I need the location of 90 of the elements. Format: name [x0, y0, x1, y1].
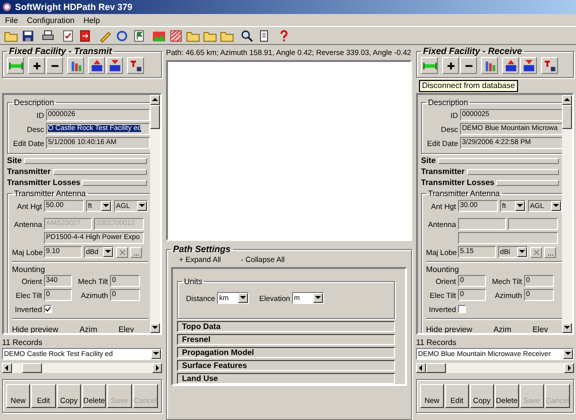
text-field[interactable]	[458, 232, 558, 244]
group-title: Transmitter Antenna	[427, 189, 501, 198]
section-header[interactable]: Surface Features	[177, 360, 395, 371]
section-header[interactable]: Site	[7, 156, 22, 165]
down-arrow-icon	[138, 202, 146, 210]
down-arrow-icon	[552, 202, 560, 210]
window-title: SoftWright HDPath Rev 379	[15, 2, 132, 12]
section-header[interactable]: Land Use	[177, 373, 395, 384]
down-arrow-icon	[239, 294, 248, 302]
minus-icon[interactable]	[46, 57, 63, 74]
section-header[interactable]: Topo Data	[177, 321, 395, 332]
menu-item[interactable]: File	[5, 16, 18, 24]
menu-item[interactable]: Help	[83, 16, 100, 24]
down-arrow-icon	[518, 248, 526, 256]
bar-chart-icon[interactable]	[67, 57, 84, 74]
up-arrow-icon	[151, 96, 159, 104]
group-title: Description	[13, 98, 56, 107]
section-header[interactable]: Propagation Model	[177, 347, 395, 358]
section-header[interactable]: Transmitter	[7, 167, 51, 176]
down-arrow-icon	[151, 324, 159, 332]
down-arrow-icon	[516, 202, 524, 210]
down-arrow-icon	[104, 248, 112, 256]
section-header[interactable]: Site	[421, 156, 436, 165]
plus-icon[interactable]	[442, 57, 459, 74]
scroll-thumb[interactable]	[22, 363, 42, 373]
section-header[interactable]: Transmitter Losses	[7, 178, 80, 187]
left-arrow-icon	[3, 364, 11, 372]
checkmark-icon	[45, 306, 51, 312]
record-count: 11 Records	[2, 337, 44, 348]
down-arrow-icon	[314, 294, 322, 302]
browse-button[interactable]	[544, 246, 556, 258]
panel-title: Fixed Facility - Transmit	[8, 46, 114, 56]
column-label: Elev	[532, 324, 548, 333]
down-arrow-icon	[563, 324, 571, 332]
vertical-scrollbar[interactable]	[150, 95, 160, 333]
record-scrollbar[interactable]	[416, 363, 574, 373]
hide-preview-label[interactable]: Hide preview	[12, 324, 58, 333]
app-icon	[2, 2, 12, 12]
minus-icon[interactable]	[460, 57, 477, 74]
down-arrow-icon	[152, 350, 160, 358]
down-arrow-icon	[102, 202, 110, 210]
down-arrow-icon	[564, 350, 572, 358]
scroll-thumb[interactable]	[562, 105, 572, 129]
hide-preview-label[interactable]: Hide preview	[426, 324, 472, 333]
group-title: Units	[183, 277, 204, 286]
checkbox[interactable]	[44, 305, 52, 313]
section-header[interactable]: Transmitter	[421, 167, 465, 176]
link-icon[interactable]	[7, 57, 24, 74]
plus-icon[interactable]	[28, 57, 45, 74]
search-icon[interactable]	[239, 28, 255, 44]
striped-page-icon[interactable]	[168, 28, 184, 44]
text-field[interactable]	[458, 218, 506, 230]
group-title: Transmitter Antenna	[13, 189, 87, 198]
panel-title: Fixed Facility - Receive	[422, 46, 524, 56]
section-header[interactable]: Transmitter Losses	[421, 178, 494, 187]
bar-chart-icon[interactable]	[481, 57, 498, 74]
section-header[interactable]: Fresnel	[177, 334, 395, 345]
database-up-icon[interactable]	[502, 57, 519, 74]
clear-button[interactable]	[116, 246, 128, 258]
record-scrollbar[interactable]	[2, 363, 162, 373]
database-down-icon[interactable]	[106, 57, 123, 74]
browse-button[interactable]	[130, 246, 142, 258]
group-title: Mounting	[12, 265, 45, 274]
text-field[interactable]	[508, 218, 558, 230]
checkbox[interactable]	[458, 305, 466, 313]
panel-title: Path Settings	[172, 244, 232, 254]
group-title: Mounting	[426, 265, 459, 274]
link-icon[interactable]	[421, 57, 438, 74]
menu-item[interactable]: Configuration	[26, 16, 74, 24]
exit-icon[interactable]	[77, 28, 93, 44]
record-count: 11 Records	[416, 337, 458, 348]
group-title: Description	[427, 98, 470, 107]
x-icon	[118, 248, 126, 256]
right-arrow-icon	[565, 364, 573, 372]
clear-button[interactable]	[530, 246, 542, 258]
checklist-icon[interactable]	[60, 28, 76, 44]
scroll-thumb[interactable]	[150, 105, 160, 129]
tooltip: Disconnect from database	[419, 80, 518, 92]
up-arrow-icon	[563, 96, 571, 104]
flag-page-icon[interactable]	[131, 28, 147, 44]
scroll-thumb[interactable]	[426, 363, 446, 373]
column-label: Azim	[79, 324, 98, 333]
database-down-icon[interactable]	[520, 57, 537, 74]
vertical-scrollbar[interactable]	[562, 95, 572, 333]
x-icon	[532, 248, 540, 256]
database-up-icon[interactable]	[88, 57, 105, 74]
column-label: Azim	[493, 324, 512, 333]
left-arrow-icon	[417, 364, 425, 372]
column-label: Elev	[118, 324, 134, 333]
right-arrow-icon	[153, 364, 161, 372]
